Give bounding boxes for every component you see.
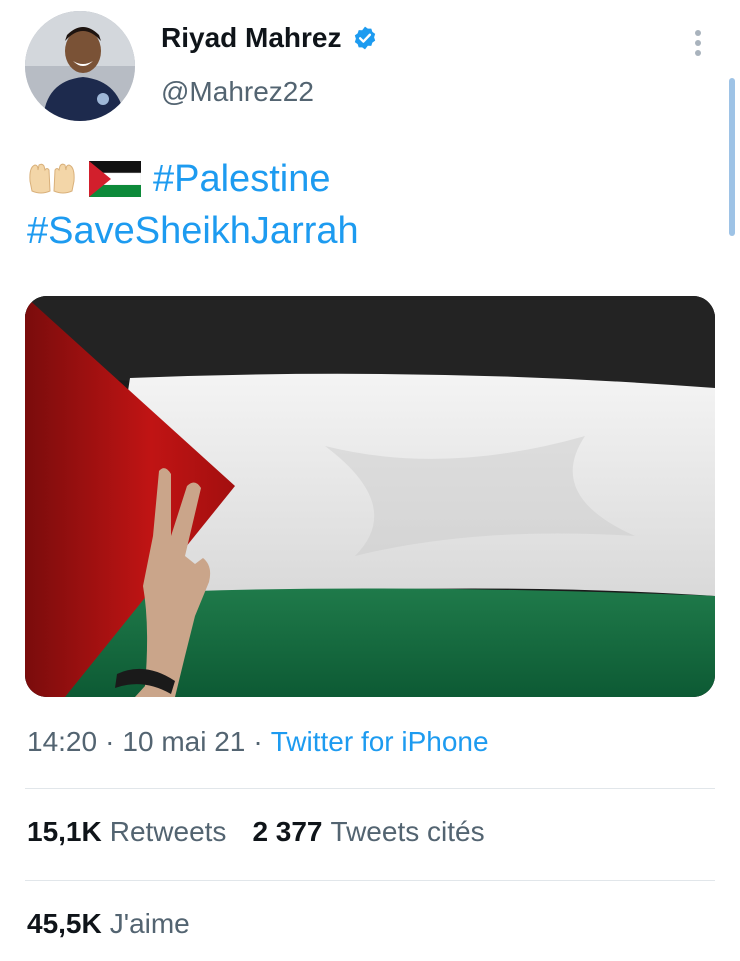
divider: [25, 788, 715, 789]
retweets-count: 15,1K: [27, 816, 102, 847]
palms-up-together-emoji-icon: [29, 163, 75, 194]
divider: [25, 880, 715, 881]
author-name-row: Riyad Mahrez: [161, 22, 378, 54]
tweet-text: #Palestine #SaveSheikhJarrah: [27, 153, 359, 257]
tweet-line-2: #SaveSheikhJarrah: [27, 205, 359, 257]
meta-separator: ·: [253, 726, 263, 757]
tweet-time[interactable]: 14:20: [27, 726, 97, 758]
quotes-count: 2 377: [252, 816, 323, 847]
avatar[interactable]: [25, 11, 135, 121]
retweets-label: Retweets: [109, 816, 227, 847]
quotes-label: Tweets cités: [330, 816, 485, 847]
retweet-stats-row: 15,1K Retweets 2 377 Tweets cités: [27, 816, 485, 848]
quotes-stat[interactable]: 2 377 Tweets cités: [252, 816, 484, 848]
tweet-media-image[interactable]: [25, 296, 715, 697]
tweet-meta: 14:20 · 10 mai 21 · Twitter for iPhone: [27, 726, 489, 758]
tweet-line-1: #Palestine: [27, 153, 359, 205]
hashtag-palestine[interactable]: #Palestine: [153, 153, 330, 205]
hashtag-save-sheikh-jarrah[interactable]: #SaveSheikhJarrah: [27, 205, 359, 257]
tweet-date[interactable]: 10 mai 21: [122, 726, 245, 758]
likes-count: 45,5K: [27, 908, 102, 939]
author-name[interactable]: Riyad Mahrez: [161, 22, 342, 54]
avatar-image: [25, 11, 135, 121]
meta-separator: ·: [105, 726, 115, 757]
retweets-stat[interactable]: 15,1K Retweets: [27, 816, 226, 848]
likes-label: J'aime: [109, 908, 190, 939]
author-handle[interactable]: @Mahrez22: [161, 76, 314, 108]
palestine-flag-emoji-icon: [89, 161, 141, 197]
likes-stats-row: 45,5K J'aime: [27, 908, 190, 940]
verified-badge-icon: [354, 26, 375, 50]
more-options-icon[interactable]: [690, 28, 706, 58]
tweet-source[interactable]: Twitter for iPhone: [271, 726, 489, 758]
palestine-flag-photo: [25, 296, 715, 697]
scrollbar[interactable]: [729, 78, 735, 236]
likes-stat[interactable]: 45,5K J'aime: [27, 908, 190, 940]
